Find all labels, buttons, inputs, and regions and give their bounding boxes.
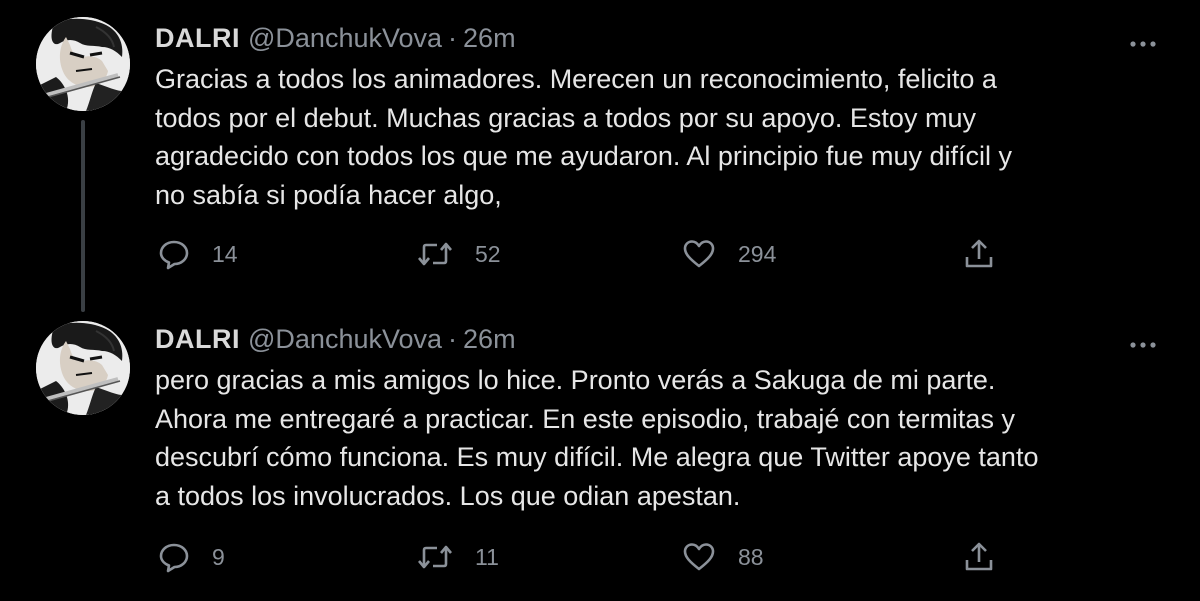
avatar[interactable] xyxy=(36,321,130,415)
reply-button[interactable]: 14 xyxy=(158,234,238,274)
retweet-arrows-icon xyxy=(418,242,452,266)
speech-bubble-icon xyxy=(159,543,189,573)
avatar-illustration-icon xyxy=(36,17,130,111)
tweet-header: DALRI @DanchukVova · 26m xyxy=(155,22,516,54)
retweet-count: 52 xyxy=(475,240,501,267)
like-button[interactable]: 88 xyxy=(682,537,764,577)
reply-count: 14 xyxy=(212,240,238,267)
share-button[interactable] xyxy=(962,234,996,274)
tweet-actions: 9 11 88 xyxy=(0,537,1200,577)
share-upload-icon xyxy=(965,542,993,571)
like-button[interactable]: 294 xyxy=(682,234,776,274)
more-dots-icon xyxy=(1130,41,1156,47)
more-options-button[interactable] xyxy=(1128,36,1158,47)
speech-bubble-icon xyxy=(159,240,189,270)
tweet[interactable]: DALRI @DanchukVova · 26m Gracias a todos lo… xyxy=(0,0,1200,301)
timestamp[interactable]: 26m xyxy=(463,23,516,53)
tweet-actions: 14 52 294 xyxy=(0,234,1200,274)
avatar-illustration-icon xyxy=(36,321,130,415)
user-handle[interactable]: @DanchukVova xyxy=(248,23,442,53)
heart-icon xyxy=(683,240,715,268)
tweet-text: Gracias a todos los animadores. Merecen … xyxy=(155,64,1012,210)
tweet-thread: DALRI @DanchukVova · 26m Gracias a todos lo… xyxy=(0,0,1200,601)
share-upload-icon xyxy=(965,239,993,268)
share-button[interactable] xyxy=(962,537,996,577)
tweet-header: DALRI @DanchukVova · 26m xyxy=(155,323,516,355)
timestamp[interactable]: 26m xyxy=(463,324,516,354)
display-name[interactable]: DALRI xyxy=(155,23,240,53)
separator-dot: · xyxy=(448,324,458,354)
reply-button[interactable]: 9 xyxy=(158,537,225,577)
separator-dot: · xyxy=(448,23,458,53)
retweet-arrows-icon xyxy=(418,545,452,569)
retweet-button[interactable]: 11 xyxy=(417,537,499,577)
like-count: 294 xyxy=(738,240,777,267)
reply-count: 9 xyxy=(212,543,225,570)
avatar[interactable] xyxy=(36,17,130,111)
tweet-text: pero gracias a mis amigos lo hice. Pront… xyxy=(155,365,1039,511)
display-name[interactable]: DALRI xyxy=(155,324,240,354)
more-options-button[interactable] xyxy=(1128,337,1158,348)
user-handle[interactable]: @DanchukVova xyxy=(248,324,442,354)
retweet-button[interactable]: 52 xyxy=(417,234,501,274)
more-dots-icon xyxy=(1130,342,1156,348)
heart-icon xyxy=(683,543,715,571)
like-count: 88 xyxy=(738,543,764,570)
tweet[interactable]: DALRI @DanchukVova · 26m pero gracias a mis… xyxy=(0,301,1200,601)
retweet-count: 11 xyxy=(475,543,499,570)
